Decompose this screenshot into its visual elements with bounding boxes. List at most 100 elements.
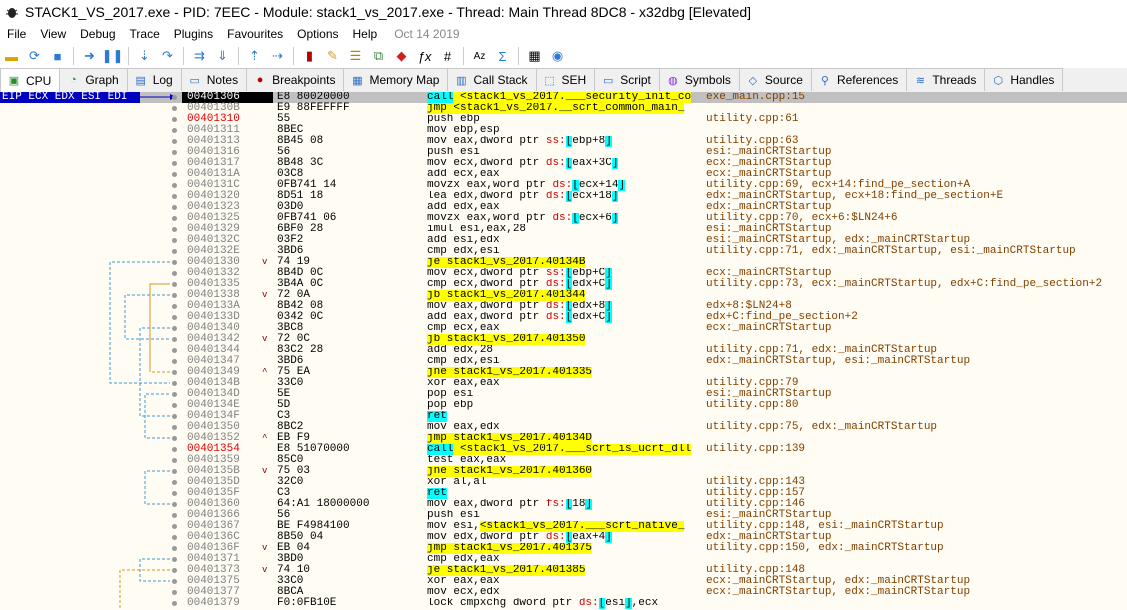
breakpoint-dot[interactable]: [172, 491, 177, 496]
instruction-disassembly[interactable]: push ebp: [423, 114, 703, 125]
instruction-disassembly[interactable]: call <stack1_vs_2017.___security_init_co: [423, 92, 703, 103]
stop-icon[interactable]: ■: [49, 48, 66, 65]
breakpoint-dot[interactable]: [172, 557, 177, 562]
tab-log[interactable]: ▤ Log: [126, 68, 182, 91]
breakpoint-dot[interactable]: [172, 271, 177, 276]
instruction-disassembly[interactable]: cmp ecx,dword ptr ds:[edx+C]: [423, 279, 703, 290]
breakpoint-dot[interactable]: [172, 117, 177, 122]
tab-breakpoints[interactable]: ● Breakpoints: [246, 68, 345, 91]
instruction-disassembly[interactable]: xor eax,eax: [423, 378, 703, 389]
breakpoint-dot[interactable]: [172, 524, 177, 529]
instruction-disassembly[interactable]: mov ebp,esp: [423, 125, 703, 136]
instruction-disassembly[interactable]: cmp edx,eax: [423, 554, 703, 565]
menu-options[interactable]: Options: [290, 27, 345, 41]
instruction-disassembly[interactable]: cmp edx,esi: [423, 246, 703, 257]
tab-source[interactable]: ◇ Source: [738, 68, 812, 91]
breakpoint-dot[interactable]: [172, 590, 177, 595]
instruction-disassembly[interactable]: movzx eax,word ptr ds:[ecx+6]: [423, 213, 703, 224]
globe-icon[interactable]: ◉: [549, 48, 566, 65]
breakpoint-dot[interactable]: [172, 579, 177, 584]
calculator-icon[interactable]: ▦: [526, 48, 543, 65]
breakpoint-dot[interactable]: [172, 414, 177, 419]
instruction-disassembly[interactable]: movzx eax,word ptr ds:[ecx+14]: [423, 180, 703, 191]
instruction-disassembly[interactable]: add eax,dword ptr ds:[edx+C]: [423, 312, 703, 323]
instruction-disassembly[interactable]: cmp ecx,eax: [423, 323, 703, 334]
breakpoint-dot[interactable]: [172, 227, 177, 232]
instruction-disassembly[interactable]: pop ebp: [423, 400, 703, 411]
breakpoint-dot[interactable]: [172, 546, 177, 551]
instruction-disassembly[interactable]: pop esi: [423, 389, 703, 400]
pause-icon[interactable]: ❚❚: [102, 48, 124, 65]
instruction-disassembly[interactable]: mov eax,dword ptr ds:[edx+8]: [423, 301, 703, 312]
instruction-disassembly[interactable]: mov eax,edx: [423, 422, 703, 433]
instruction-disassembly[interactable]: xor eax,eax: [423, 576, 703, 587]
instruction-disassembly[interactable]: mov esi,<stack1_vs_2017.___scrt_native_: [423, 521, 703, 532]
instruction-disassembly[interactable]: push esi: [423, 510, 703, 521]
tab-cpu[interactable]: ▣ CPU: [0, 68, 61, 92]
tab-notes[interactable]: ▭ Notes: [180, 68, 248, 91]
breakpoint-dot[interactable]: [172, 106, 177, 111]
functions-icon[interactable]: ƒx: [416, 48, 433, 65]
scylla-icon[interactable]: ▮: [301, 48, 318, 65]
breakpoint-dot[interactable]: [172, 293, 177, 298]
step-into-icon[interactable]: ⇣: [136, 48, 153, 65]
breakpoint-dot[interactable]: [172, 139, 177, 144]
tab-symbols[interactable]: ◍ Symbols: [658, 68, 740, 91]
menu-plugins[interactable]: Plugins: [167, 27, 220, 41]
breakpoint-dot[interactable]: [172, 359, 177, 364]
breakpoint-dot[interactable]: [172, 436, 177, 441]
instruction-disassembly[interactable]: xor al,al: [423, 477, 703, 488]
instruction-disassembly[interactable]: ret: [423, 411, 703, 422]
run-icon[interactable]: ➜: [81, 48, 98, 65]
instruction-disassembly[interactable]: mov edx,dword ptr ds:[eax+4]: [423, 532, 703, 543]
tab-threads[interactable]: ≋ Threads: [906, 68, 986, 91]
breakpoint-dot[interactable]: [172, 315, 177, 320]
run-to-user-code-icon[interactable]: ⇢: [269, 48, 286, 65]
instruction-disassembly[interactable]: lea edx,dword ptr ds:[ecx+18]: [423, 191, 703, 202]
instruction-disassembly[interactable]: call <stack1_vs_2017.___scrt_is_ucrt_dll: [423, 444, 703, 455]
restart-icon[interactable]: ⟳: [26, 48, 43, 65]
tab-script[interactable]: ▭ Script: [594, 68, 660, 91]
strings-icon[interactable]: Az: [471, 48, 488, 65]
execute-till-return-icon[interactable]: ⇡: [246, 48, 263, 65]
breakpoint-dot[interactable]: [172, 238, 177, 243]
breakpoint-dot[interactable]: [172, 183, 177, 188]
instruction-disassembly[interactable]: mov ecx,dword ptr ds:[eax+3C]: [423, 158, 703, 169]
instruction-disassembly[interactable]: mov ecx,edx: [423, 587, 703, 598]
breakpoint-dot[interactable]: [172, 425, 177, 430]
instruction-disassembly[interactable]: cmp edx,esi: [423, 356, 703, 367]
breakpoint-dot[interactable]: [172, 260, 177, 265]
breakpoint-dot[interactable]: [172, 403, 177, 408]
trace-over-icon[interactable]: ⇓: [214, 48, 231, 65]
instruction-disassembly[interactable]: ret: [423, 488, 703, 499]
breakpoint-dot[interactable]: [172, 216, 177, 221]
instruction-address[interactable]: 00401379: [182, 598, 240, 609]
menu-trace[interactable]: Trace: [123, 27, 167, 41]
instruction-disassembly[interactable]: jmp stack1_vs_2017.401375: [423, 543, 703, 554]
tab-references[interactable]: ⚲ References: [810, 68, 908, 91]
menu-help[interactable]: Help: [346, 27, 385, 41]
breakpoint-dot[interactable]: [172, 282, 177, 287]
breakpoint-dot[interactable]: [172, 150, 177, 155]
instruction-disassembly[interactable]: mov eax,dword ptr ss:[ebp+8]: [423, 136, 703, 147]
breakpoint-dot[interactable]: [172, 458, 177, 463]
instruction-disassembly[interactable]: jne stack1_vs_2017.401360: [423, 466, 703, 477]
breakpoint-dot[interactable]: [172, 161, 177, 166]
instruction-disassembly[interactable]: add ecx,eax: [423, 169, 703, 180]
breakpoint-dot[interactable]: [172, 128, 177, 133]
breakpoint-dot[interactable]: [172, 304, 177, 309]
instruction-disassembly[interactable]: add edx,28: [423, 345, 703, 356]
calculator-sum-icon[interactable]: Σ: [494, 48, 511, 65]
comments-icon[interactable]: ☰: [347, 48, 364, 65]
breakpoint-dot[interactable]: [172, 392, 177, 397]
instruction-disassembly[interactable]: jne stack1_vs_2017.401335: [423, 367, 703, 378]
instruction-disassembly[interactable]: imul esi,eax,28: [423, 224, 703, 235]
menu-favourites[interactable]: Favourites: [220, 27, 290, 41]
breakpoint-dot[interactable]: [172, 337, 177, 342]
breakpoint-dot[interactable]: [172, 480, 177, 485]
instruction-disassembly[interactable]: mov eax,dword ptr fs:[18]: [423, 499, 703, 510]
breakpoint-dot[interactable]: [172, 513, 177, 518]
instruction-disassembly[interactable]: jmp <stack1_vs_2017.__scrt_common_main_: [423, 103, 703, 114]
labels-icon[interactable]: ⧉: [370, 48, 387, 65]
instruction-disassembly[interactable]: jb stack1_vs_2017.401350: [423, 334, 703, 345]
